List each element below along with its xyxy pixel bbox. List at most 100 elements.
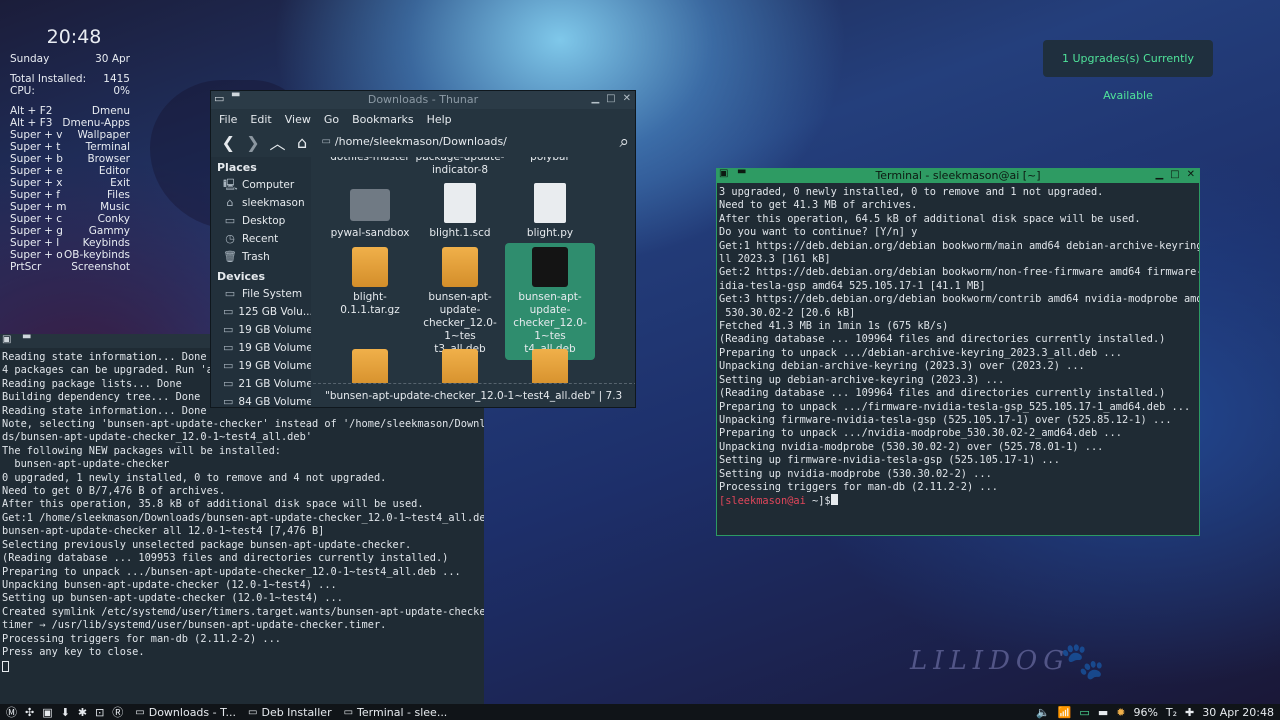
file-item[interactable]: package-update- indicator-8: [415, 157, 505, 177]
display-icon[interactable]: ▬: [1098, 706, 1108, 719]
file-item[interactable]: [325, 345, 415, 383]
sidebar-item-label: Trash: [242, 251, 270, 263]
folder-icon: ▭: [321, 136, 331, 147]
screenshot-icon[interactable]: ⊡: [95, 706, 104, 719]
conky-row: Alt + F2 Dmenu: [10, 105, 130, 117]
battery-icon[interactable]: ▭: [1079, 706, 1089, 719]
terminal-title: Terminal - sleekmason@ai [~]: [875, 169, 1041, 182]
keyboard-layout-icon[interactable]: T₂: [1166, 706, 1177, 719]
file-item[interactable]: blight.py: [505, 179, 595, 244]
file-item[interactable]: pywal-sandbox: [325, 179, 415, 244]
search-icon[interactable]: ⌕: [619, 132, 629, 152]
conky-day: Sunday: [10, 53, 50, 65]
panel-clock[interactable]: 30 Apr 20:48: [1202, 706, 1274, 719]
sidebar-item-device[interactable]: ▭ 125 GB Volu...: [211, 303, 311, 321]
terminal-titlebar[interactable]: ▣ ▬ Terminal - sleekmason@ai [~] ▁ □ ✕: [717, 169, 1199, 183]
conky-value: Wallpaper: [77, 129, 130, 141]
conky-row: CPU: 0%: [10, 85, 130, 97]
cursor: [2, 661, 9, 673]
thunar-title: Downloads - Thunar: [367, 93, 479, 106]
network-icon[interactable]: 📶: [1058, 706, 1072, 719]
minimize-icon[interactable]: ▁: [591, 93, 599, 104]
conky-value: Gammy: [88, 225, 130, 237]
folder-icon: ▭: [135, 706, 145, 718]
sidebar-item-label: 21 GB Volume: [238, 378, 311, 390]
drive-icon: ▭: [223, 395, 234, 408]
sidebar-item-sleekmason[interactable]: ⌂ sleekmason: [211, 194, 311, 212]
terminal-line: Setting up debian-archive-keyring (2023.…: [719, 373, 1005, 386]
file-item[interactable]: [415, 345, 505, 383]
task-button[interactable]: ▭ Downloads - T...: [131, 706, 244, 719]
thunar-window[interactable]: ▭ ▬ Downloads - Thunar ▁ □ ✕ File Edit Vie…: [210, 90, 636, 408]
conky-value: Keybinds: [82, 237, 130, 249]
task-label: Terminal - slee...: [357, 705, 448, 719]
paw-logo-icon: 🐾: [1060, 641, 1105, 682]
up-icon[interactable]: ︿: [268, 130, 287, 154]
menu-view[interactable]: View: [285, 113, 311, 126]
terminal-line: Unpacking nvidia-modprobe (530.30.02-2) …: [719, 440, 1104, 453]
menu-bookmarks[interactable]: Bookmarks: [352, 113, 413, 126]
download-icon[interactable]: ⬇: [61, 706, 70, 719]
task-button[interactable]: ▭ Terminal - slee...: [340, 706, 456, 719]
file-item[interactable]: bunsen-apt- update- checker_12.0-1~tes t…: [505, 243, 595, 360]
minimize-icon[interactable]: ▁: [1155, 169, 1163, 180]
r-icon[interactable]: Ⓡ: [112, 704, 123, 720]
file-item[interactable]: bunsen-apt- update- checker_12.0-1~tes t…: [415, 243, 505, 360]
close-icon[interactable]: ✕: [1187, 169, 1195, 180]
sidebar-item-recent[interactable]: ◷ Recent: [211, 230, 311, 248]
forward-icon[interactable]: ❯: [244, 133, 263, 152]
menu-file[interactable]: File: [219, 113, 237, 126]
terminal-line: ds/bunsen-apt-update-checker_12.0-1~test…: [2, 431, 312, 444]
thunar-titlebar[interactable]: ▭ ▬ Downloads - Thunar ▁ □ ✕: [211, 91, 635, 109]
file-item[interactable]: dotfiles-master: [325, 157, 415, 164]
minimize-icon[interactable]: ▬: [22, 334, 31, 342]
sidebar-item-device[interactable]: ▭ 19 GB Volume: [211, 321, 311, 339]
maximize-icon[interactable]: □: [1170, 169, 1179, 180]
lilidog-watermark: LILIDOG: [910, 646, 1071, 676]
sidebar-item-device[interactable]: ▭ 19 GB Volume: [211, 339, 311, 357]
menu-go[interactable]: Go: [324, 113, 339, 126]
file-view[interactable]: dotfiles-master package-update- indicator…: [313, 157, 635, 383]
menu-icon[interactable]: Ⓜ: [6, 704, 17, 720]
sidebar-item-trash[interactable]: 🗑 Trash: [211, 248, 311, 266]
menu-edit[interactable]: Edit: [250, 113, 271, 126]
location-bar[interactable]: ▭ /home/sleekmason/Downloads/: [317, 131, 613, 153]
maximize-icon[interactable]: □: [606, 93, 615, 104]
tools-icon[interactable]: ✣: [25, 706, 34, 719]
sidebar-item-device[interactable]: ▭ 19 GB Volume: [211, 357, 311, 375]
file-item[interactable]: blight-0.1.1.tar.gz: [325, 243, 415, 321]
upgrade-notification[interactable]: 1 Upgrades(s) Currently Available: [1043, 40, 1213, 102]
terminal-line: (Reading database ... 109964 files and d…: [719, 387, 1166, 400]
file-item[interactable]: polybar: [505, 157, 595, 164]
terminal-icon: ▣: [2, 334, 12, 345]
conky-value: Browser: [87, 153, 130, 165]
back-icon[interactable]: ❮: [219, 133, 238, 152]
close-icon[interactable]: ✕: [623, 93, 631, 104]
sidebar-item-device[interactable]: ▭ File System: [211, 285, 311, 303]
terminal-window-right[interactable]: ▣ ▬ Terminal - sleekmason@ai [~] ▁ □ ✕ 3…: [716, 168, 1200, 536]
installer-icon: ▭: [248, 706, 258, 718]
menu-help[interactable]: Help: [427, 113, 452, 126]
sidebar-item-label: 19 GB Volume: [238, 342, 311, 354]
sidebar-item-desktop[interactable]: ▭ Desktop: [211, 212, 311, 230]
task-button[interactable]: ▭ Deb Installer: [244, 706, 340, 719]
conky-value: Screenshot: [71, 261, 130, 273]
updates-icon[interactable]: ✚: [1185, 706, 1194, 719]
terminal-line: (Reading database ... 109953 files and d…: [2, 552, 449, 565]
file-item[interactable]: [505, 345, 595, 383]
brightness-icon[interactable]: ✹: [1116, 706, 1125, 719]
shade-icon[interactable]: ▬: [737, 169, 746, 177]
location-path: /home/sleekmason/Downloads/: [334, 135, 507, 148]
sidebar-item-computer[interactable]: 🖳 Computer: [211, 176, 311, 194]
file-item[interactable]: blight.1.scd: [415, 179, 505, 244]
terminal-prompt[interactable]: [sleekmason@ai ~]$: [719, 494, 1197, 508]
home-icon[interactable]: ⌂: [293, 133, 312, 152]
volume-icon[interactable]: 🔈: [1036, 706, 1050, 719]
terminal-launcher-icon[interactable]: ▣: [42, 706, 52, 719]
sidebar-item-label: 125 GB Volu...: [238, 306, 311, 318]
terminal-output[interactable]: 3 upgraded, 0 newly installed, 0 to remo…: [717, 183, 1199, 512]
sidebar-item-device[interactable]: ▭ 21 GB Volume: [211, 375, 311, 393]
sidebar-item-device[interactable]: ▭ 84 GB Volume: [211, 393, 311, 408]
package-icon: [532, 247, 568, 287]
settings-icon[interactable]: ✱: [78, 706, 87, 719]
